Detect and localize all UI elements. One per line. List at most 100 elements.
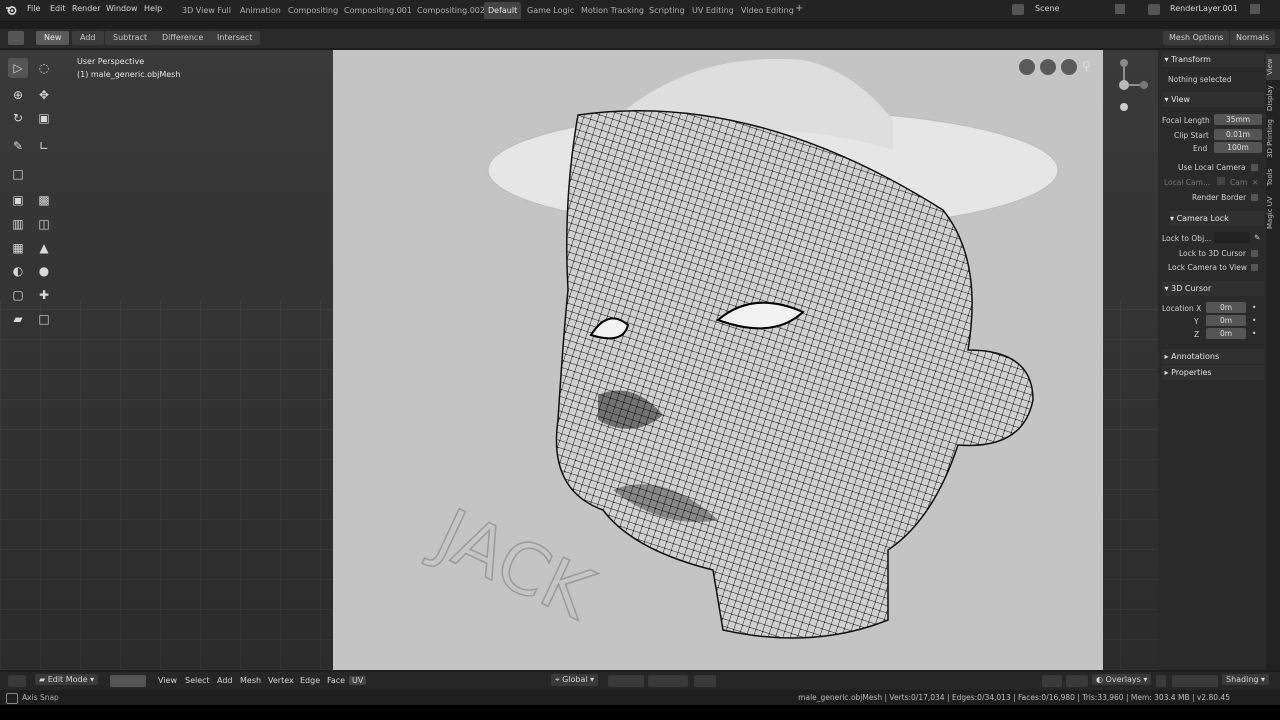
pivot-icon[interactable] — [608, 675, 644, 687]
panel-view-header[interactable]: ▾ View — [1162, 92, 1264, 107]
mode-intersect-button[interactable]: Intersect — [209, 31, 261, 45]
menu-edge[interactable]: Edge — [300, 676, 320, 685]
panel-camera-lock-header[interactable]: ▾ Camera Lock — [1170, 211, 1264, 226]
xray-icon[interactable] — [1156, 675, 1166, 687]
scale-icon[interactable]: ▣ — [34, 108, 54, 128]
render-border-checkbox[interactable] — [1251, 194, 1258, 201]
edge-slide-icon[interactable]: ▢ — [8, 285, 28, 305]
lock-to-3d-cursor-checkbox[interactable] — [1251, 250, 1258, 257]
add-workspace-icon[interactable]: + — [795, 3, 803, 14]
normals-dropdown[interactable]: Normals — [1230, 31, 1276, 45]
extrude-icon[interactable]: ▣ — [8, 190, 28, 210]
snap-icon[interactable] — [648, 675, 688, 687]
menu-face[interactable]: Face — [327, 676, 345, 685]
tab-scripting[interactable]: Scripting — [645, 2, 689, 19]
menu-help[interactable]: Help — [144, 4, 162, 13]
tab-motion-tracking[interactable]: Motion Tracking — [577, 2, 648, 19]
shading-dropdown[interactable]: Shading ▾ — [1222, 674, 1270, 685]
grid-toggle-icon[interactable] — [1019, 59, 1035, 75]
shrink-icon[interactable]: ✚ — [34, 285, 54, 305]
tab-magic-uv[interactable]: Magic UV — [1266, 192, 1280, 234]
measure-icon[interactable]: ∟ — [34, 136, 54, 156]
tab-tools[interactable]: Tools — [1266, 166, 1280, 188]
rotate-icon[interactable]: ↻ — [8, 108, 28, 128]
smooth-icon[interactable]: ● — [34, 261, 54, 281]
mode-dropdown[interactable]: ▰ Edit Mode ▾ — [35, 674, 99, 685]
spin-icon[interactable]: ◐ — [8, 261, 28, 281]
focal-length-field[interactable]: 35mm — [1214, 114, 1262, 125]
tab-compositing-001[interactable]: Compositing.001 — [340, 2, 416, 19]
tab-3d-printing[interactable]: 3D Printing — [1266, 116, 1280, 162]
panel-properties-header[interactable]: ▸ Properties — [1162, 365, 1264, 380]
local-camera-field[interactable]: Cam — [1230, 178, 1247, 187]
select-box-icon[interactable] — [8, 31, 24, 45]
view-object-types-icon[interactable] — [1042, 675, 1062, 687]
tab-compositing[interactable]: Compositing — [284, 2, 342, 19]
location-x-field[interactable]: 0m — [1206, 302, 1246, 313]
pan-hand-icon[interactable] — [1061, 59, 1077, 75]
renderlayer-icon[interactable] — [1148, 4, 1160, 15]
clear-camera-icon[interactable]: ✕ — [1252, 178, 1258, 187]
menu-view[interactable]: View — [158, 676, 177, 685]
knife-icon[interactable]: ▦ — [8, 238, 28, 258]
overlays-dropdown[interactable]: ◐ Overlays ▾ — [1092, 674, 1152, 685]
add-cube-icon[interactable]: □ — [8, 164, 28, 184]
tab-compositing-002[interactable]: Compositing.002 — [413, 2, 489, 19]
gizmo-toggle-icon[interactable] — [1066, 675, 1088, 687]
lock-camera-to-view-checkbox[interactable] — [1251, 264, 1258, 271]
location-y-field[interactable]: 0m — [1206, 315, 1246, 326]
blender-logo-icon[interactable] — [5, 4, 17, 16]
move-icon[interactable]: ✥ — [34, 85, 54, 105]
annotate-icon[interactable]: ✎ — [8, 136, 28, 156]
camera-view-icon[interactable] — [1040, 59, 1056, 75]
select-mode-icons[interactable] — [110, 675, 146, 687]
loopcut-icon[interactable]: ◫ — [34, 214, 54, 234]
mode-add-button[interactable]: Add — [72, 31, 104, 45]
menu-edit[interactable]: Edit — [50, 4, 66, 13]
editor-type-icon[interactable] — [8, 675, 26, 687]
tab-view[interactable]: View — [1266, 54, 1280, 80]
new-scene-icon[interactable] — [1115, 4, 1125, 14]
keyframe-x-icon[interactable]: • — [1252, 303, 1256, 312]
panel-annotations-header[interactable]: ▸ Annotations — [1162, 349, 1264, 364]
menu-render[interactable]: Render — [72, 4, 100, 13]
menu-vertex[interactable]: Vertex — [268, 676, 294, 685]
clip-start-field[interactable]: 0.01m — [1214, 129, 1262, 140]
gizmo-icon[interactable] — [1096, 55, 1156, 115]
new-renderlayer-icon[interactable] — [1250, 4, 1260, 14]
tab-default[interactable]: Default — [484, 2, 522, 19]
keyframe-z-icon[interactable]: • — [1252, 329, 1256, 338]
mode-difference-button[interactable]: Difference — [154, 31, 212, 45]
menu-add[interactable]: Add — [217, 676, 233, 685]
menu-uv[interactable]: UV — [349, 676, 367, 685]
cursor-icon[interactable]: ⊕ — [8, 85, 28, 105]
shear-icon[interactable]: ▰ — [8, 309, 28, 329]
panel-transform-header[interactable]: ▾ Transform — [1162, 52, 1264, 67]
shading-modes-icons[interactable] — [1172, 675, 1218, 687]
use-local-camera-checkbox[interactable] — [1251, 164, 1258, 171]
tab-uv-editing[interactable]: UV Editing — [688, 2, 738, 19]
orientation-dropdown[interactable]: ⌖ Global ▾ — [551, 674, 599, 686]
renderlayer-name[interactable]: RenderLayer.001 — [1170, 4, 1238, 13]
menu-file[interactable]: File — [27, 4, 40, 13]
rip-icon[interactable]: □ — [34, 309, 54, 329]
tab-3d-view-full[interactable]: 3D View Full — [178, 2, 235, 19]
location-z-field[interactable]: 0m — [1206, 328, 1246, 339]
menu-mesh[interactable]: Mesh — [240, 676, 261, 685]
tab-display[interactable]: Display — [1266, 84, 1280, 112]
tab-game-logic[interactable]: Game Logic — [523, 2, 578, 19]
3d-viewport[interactable]: JACK User Perspective (1) male_generic.o… — [0, 50, 1158, 670]
lock-to-object-field[interactable] — [1214, 232, 1250, 243]
mode-subtract-button[interactable]: Subtract — [105, 31, 156, 45]
select-box-tool-icon[interactable]: ▷ — [8, 58, 28, 78]
clip-end-field[interactable]: 100m — [1214, 142, 1262, 153]
select-circle-icon[interactable]: ◌ — [34, 58, 54, 78]
tab-video-editing[interactable]: Video Editing — [737, 2, 798, 19]
mesh-options-dropdown[interactable]: Mesh Options — [1163, 31, 1230, 45]
tab-animation[interactable]: Animation — [236, 2, 285, 19]
head-mesh-model[interactable]: JACK — [333, 50, 1103, 670]
scene-name[interactable]: Scene — [1035, 4, 1059, 13]
menu-window[interactable]: Window — [106, 4, 138, 13]
inset-icon[interactable]: ▩ — [34, 190, 54, 210]
menu-select[interactable]: Select — [185, 676, 210, 685]
